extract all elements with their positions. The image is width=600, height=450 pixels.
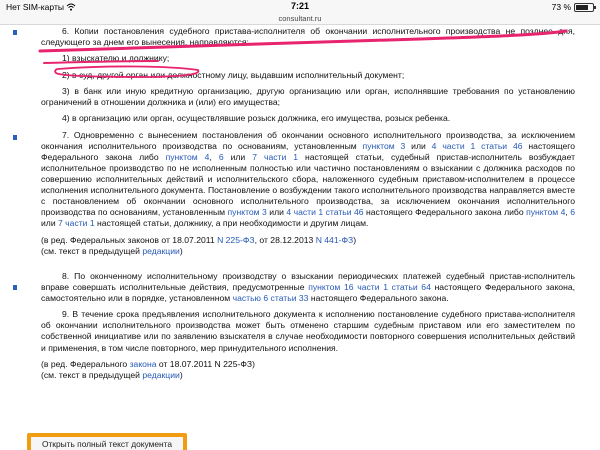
link-chast-1-statya-46[interactable]: 4 части 1 статьи 46 <box>432 141 523 151</box>
open-full-text-button[interactable]: Открыть полный текст документа <box>31 437 183 450</box>
link-chast-1-punkt-7[interactable]: 7 части 1 <box>58 218 95 228</box>
paragraph-6-item-1: 1) взыскателю и должнику; <box>62 53 170 64</box>
paragraph-8: 8. По оконченному исполнительному произв… <box>41 270 575 303</box>
document-text: 6. Копии постановления судебного пристав… <box>41 26 575 386</box>
link-punkt-3[interactable]: пунктом 3 <box>363 141 406 151</box>
link-punkt-6[interactable]: 6 <box>570 207 575 217</box>
amendment-note: (в ред. Федерального закона от 18.07.201… <box>41 358 255 369</box>
link-previous-edition[interactable]: редакции <box>142 370 179 380</box>
paragraph-6: 6. Копии постановления судебного пристав… <box>41 26 575 48</box>
link-punkt-16-statya-64[interactable]: пунктом 16 части 1 статьи 64 <box>308 282 431 292</box>
address-bar[interactable]: consultant.ru <box>0 14 600 25</box>
link-law-225-fz[interactable]: N 225-ФЗ <box>217 235 255 245</box>
paragraph-6-item-2: 2) в суд, другой орган или должностному … <box>62 69 405 80</box>
link-chast-6-statya-33[interactable]: частью 6 статьи 33 <box>233 293 309 303</box>
link-law[interactable]: закона <box>130 359 157 369</box>
paragraph-6-item-3: 3) в банк или иную кредитную организацию… <box>41 85 575 108</box>
paragraph-9: 9. В течение срока предъявления исполнит… <box>41 309 575 353</box>
link-punkt-4[interactable]: пунктом 4 <box>166 152 210 162</box>
battery-icon <box>574 2 596 12</box>
clock: 7:21 <box>290 1 309 11</box>
open-full-text-button-frame: Открыть полный текст документа <box>27 433 187 450</box>
paragraph-marker <box>13 285 17 290</box>
link-punkt-3[interactable]: пунктом 3 <box>228 207 267 217</box>
url-domain: consultant.ru <box>278 14 322 23</box>
paragraph-marker <box>13 30 17 35</box>
link-punkt-4[interactable]: пунктом 4 <box>526 207 565 217</box>
link-chast-1-punkt-7[interactable]: 7 части 1 <box>252 152 298 162</box>
document-page: 6. Копии постановления судебного пристав… <box>0 25 600 450</box>
battery-indicator: 73 % <box>551 2 596 12</box>
link-chast-1-statya-46[interactable]: 4 части 1 статьи 46 <box>286 207 363 217</box>
paragraph-7: 7. Одновременно с вынесением постановлен… <box>41 129 576 229</box>
link-previous-edition[interactable]: редакции <box>142 246 179 256</box>
paragraph-marker <box>13 135 17 140</box>
previous-edition-note: (см. текст в предыдущей редакции) <box>41 369 183 380</box>
previous-edition-note: (см. текст в предыдущей редакции) <box>41 245 183 256</box>
status-bar: Нет SIM-карты 7:21 73 % <box>0 0 600 14</box>
battery-percent: 73 % <box>551 2 571 12</box>
amendment-note: (в ред. Федеральных законов от 18.07.201… <box>41 234 357 245</box>
paragraph-6-item-4: 4) в организацию или орган, осуществлявш… <box>62 113 451 124</box>
link-law-441-fz[interactable]: N 441-ФЗ <box>316 235 354 245</box>
